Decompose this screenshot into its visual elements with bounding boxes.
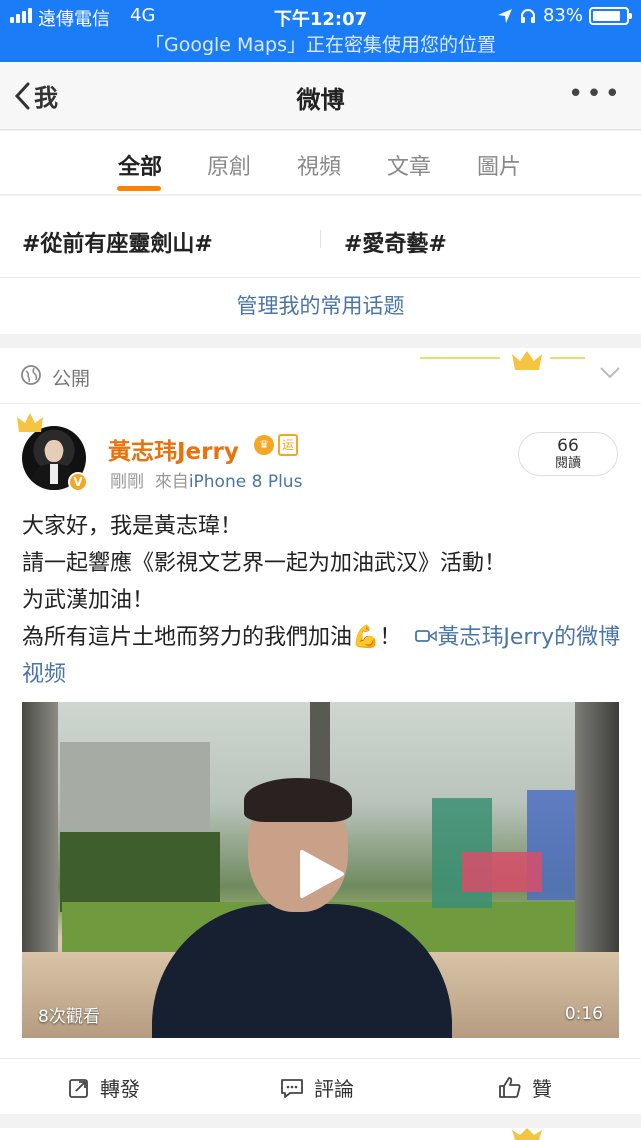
globe-icon [21,365,41,385]
post-actions: 轉發 評論 贊 [0,1058,641,1114]
repost-button[interactable]: 轉發 [68,1073,140,1102]
visibility-row[interactable]: 公開 [0,348,641,404]
video-camera-icon [415,630,438,642]
next-post-card [0,1128,641,1140]
battery-level [593,10,620,21]
like-button[interactable]: 贊 [498,1073,552,1102]
read-count-pill: 66 閱讀 [518,432,618,476]
thumbs-up-icon [499,1076,521,1098]
crown-icon [17,413,43,432]
comment-label: 評論 [314,1077,354,1101]
comment-button[interactable]: 評論 [280,1073,354,1102]
battery-icon [589,6,632,25]
tab-all[interactable]: 全部 [118,149,162,181]
location-banner[interactable]: 「Google Maps」正在密集使用您的位置 [0,32,641,62]
more-button[interactable]: ••• [568,81,623,107]
filter-tabs: 全部 原創 視頻 文章 圖片 [0,131,641,195]
topic-divider [320,230,321,248]
location-arrow-icon [497,8,512,23]
post-text: 大家好，我是黃志瑋！ 請一起響應《影視文艺界一起为加油武汉》活動！ 为武漢加油！… [22,508,622,693]
video-thumbnail-person [152,774,452,1038]
active-tab-indicator [117,186,161,191]
headphones-icon [520,8,535,23]
read-count: 66 [557,436,579,456]
topic-item[interactable]: #從前有座靈劍山# [22,226,213,258]
post-time: 剛剛 [110,472,144,492]
repost-icon [69,1078,88,1098]
topic-list: #從前有座靈劍山# #愛奇藝# [0,196,641,278]
comment-icon [281,1078,303,1098]
read-label: 閱讀 [554,456,581,471]
tab-article[interactable]: 文章 [387,149,431,181]
vip-crown-badge[interactable]: ♛ [254,435,274,455]
status-bar: 遠傳電信 4G 下午12:07 83% 「Google Maps」正在密集使用您… [0,0,641,62]
post-line: 請一起響應《影視文艺界一起为加油武汉》活動！ [22,551,507,576]
video-duration: 0:16 [564,1004,603,1024]
post-line: 大家好，我是黃志瑋！ [22,514,243,539]
page-title: 微博 [296,86,345,114]
verified-badge: V [68,472,88,492]
battery-percent: 83% [542,5,583,26]
like-label: 贊 [532,1077,552,1101]
chevron-down-icon[interactable] [599,366,621,380]
author-name[interactable]: 黃志玮Jerry [108,432,239,466]
post-card: 公開 V 黃志玮Jerry ♛ 运 剛剛 來自iPhone 8 Plus 66 … [0,348,641,1114]
post-line: 為所有這片土地而努力的我們加油💪！ [22,625,402,650]
nav-bar: 我 微博 ••• [0,62,641,130]
visibility-label: 公開 [52,368,91,390]
manage-topics-link[interactable]: 管理我的常用话题 [0,278,641,334]
post-line: 为武漢加油！ [22,588,155,613]
yun-badge[interactable]: 运 [278,434,298,456]
crown-decoration-icon [420,351,585,370]
repost-label: 轉發 [100,1077,140,1101]
tab-original[interactable]: 原創 [207,149,251,181]
crown-decoration-icon [512,1128,542,1140]
tab-image[interactable]: 圖片 [477,149,521,181]
post-meta: 剛剛 來自iPhone 8 Plus [110,467,302,492]
video-player[interactable]: 8次觀看 0:16 [22,702,619,1038]
tab-video[interactable]: 視頻 [297,149,341,181]
post-source[interactable]: iPhone 8 Plus [189,472,303,492]
post-line-with-link: 為所有這片土地而努力的我們加油💪！ 黃志玮Jerry的微博视频 [22,619,622,693]
topic-item[interactable]: #愛奇藝# [344,226,447,258]
play-icon[interactable] [296,848,346,900]
source-prefix: 來自 [154,472,189,492]
video-view-count: 8次觀看 [38,1007,100,1027]
